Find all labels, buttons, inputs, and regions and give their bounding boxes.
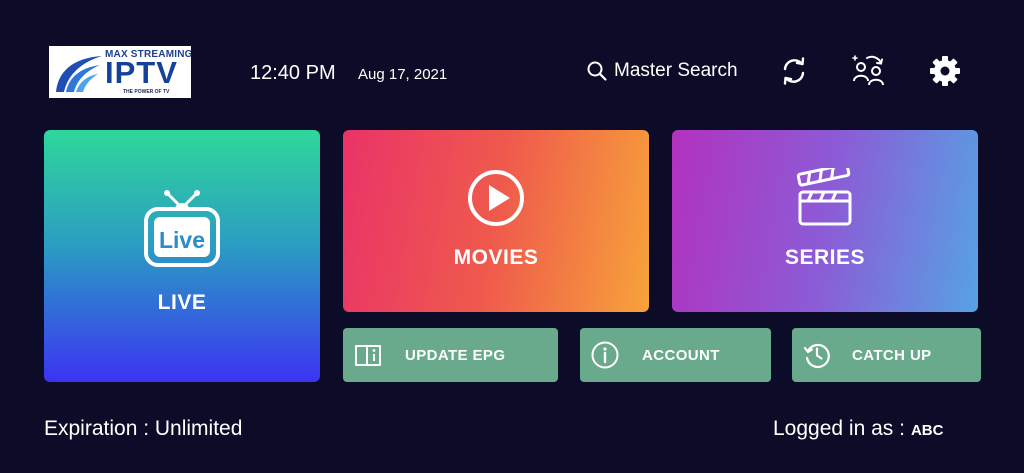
clock-time: 12:40 PM xyxy=(250,62,336,84)
series-label: SERIES xyxy=(784,246,866,269)
clapperboard-icon xyxy=(796,168,852,226)
logo-main-text: IPTV xyxy=(105,55,178,90)
live-label: LIVE xyxy=(157,291,207,314)
movies-tile[interactable]: MOVIES xyxy=(343,130,649,312)
live-tv-icon xyxy=(144,190,220,267)
home-screen: MAX STREAMING IPTV THE POWER OF TV 12:40… xyxy=(0,0,1024,473)
account-label: ACCOUNT xyxy=(642,346,720,364)
app-logo: MAX STREAMING IPTV THE POWER OF TV xyxy=(49,46,191,98)
settings-gear-icon xyxy=(930,56,960,86)
refresh-button[interactable] xyxy=(778,54,810,88)
account-button[interactable]: ACCOUNT xyxy=(580,328,771,382)
update-epg-button[interactable]: UPDATE EPG xyxy=(343,328,558,382)
settings-button[interactable] xyxy=(929,54,961,88)
username: ABC xyxy=(910,422,944,439)
logo-swoosh-icon xyxy=(56,56,102,92)
epg-guide-book-icon xyxy=(355,345,381,366)
logged-in-status: Logged in as : ABC xyxy=(773,417,943,441)
play-circle-icon xyxy=(468,170,524,226)
switch-user-icon xyxy=(852,55,884,86)
switch-user-button[interactable] xyxy=(851,54,887,88)
series-tile[interactable]: SERIES xyxy=(672,130,978,312)
logged-in-label: Logged in as : xyxy=(773,417,905,440)
live-tile[interactable]: Live LIVE xyxy=(44,130,320,382)
clock-date: Aug 17, 2021 xyxy=(358,66,448,83)
expiration-status: Expiration : Unlimited xyxy=(44,417,243,440)
logo-tagline: THE POWER OF TV xyxy=(123,89,170,95)
catch-up-button[interactable]: CATCH UP xyxy=(792,328,981,382)
info-circle-icon xyxy=(591,341,619,369)
catch-up-label: CATCH UP xyxy=(852,346,932,364)
master-search-button[interactable]: Master Search xyxy=(586,58,738,84)
history-clock-icon xyxy=(803,343,830,369)
update-epg-label: UPDATE EPG xyxy=(405,346,506,364)
search-icon xyxy=(587,61,607,81)
master-search-label: Master Search xyxy=(614,60,738,81)
movies-label: MOVIES xyxy=(453,246,539,269)
refresh-icon xyxy=(783,57,805,85)
